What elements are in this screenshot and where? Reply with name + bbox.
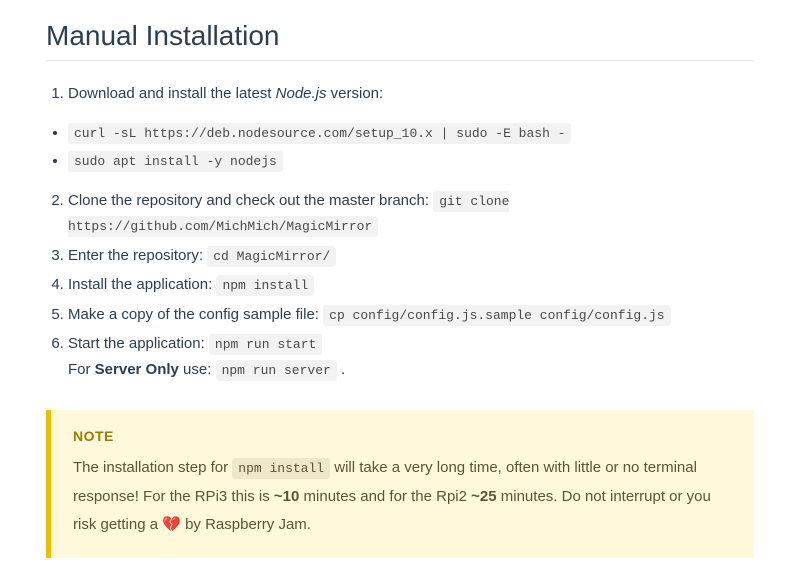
step-3-text: Enter the repository: [68,247,207,264]
broken-heart-icon: 💔 [162,516,181,533]
command-list: curl -sL https://deb.nodesource.com/setu… [46,119,754,176]
step-5: Make a copy of the config sample file: c… [68,302,754,328]
step-5-code: cp config/config.js.sample config/config… [323,305,670,326]
note-p1-before: The installation step for [73,459,232,476]
note-p1-strong1: ~10 [274,488,299,505]
note-p1-strong2: ~25 [471,488,496,505]
note-text: The installation step for npm install wi… [73,454,732,540]
step-6-line1-text: Start the application: [68,335,209,352]
step-4-text: Install the application: [68,276,216,293]
step-3: Enter the repository: cd MagicMirror/ [68,243,754,269]
step-1-text-after: version: [327,85,384,102]
note-p1-mid: minutes and for the Rpi2 [299,488,471,505]
step-1-em: Node.js [276,85,327,102]
step-6-line2-after: use: [179,361,216,378]
step-2-text: Clone the repository and check out the m… [68,192,433,209]
command-item-1: curl -sL https://deb.nodesource.com/setu… [68,119,754,148]
step-3-code: cd MagicMirror/ [207,246,336,267]
note-title: NOTE [73,428,732,444]
command-item-2: sudo apt install -y nodejs [68,147,754,176]
step-5-text: Make a copy of the config sample file: [68,306,323,323]
step-6-line2-before: For [68,361,95,378]
install-steps: Download and install the latest Node.js … [46,81,754,107]
page-title: Manual Installation [46,20,754,61]
step-6-line2-strong: Server Only [95,361,179,378]
install-steps-cont: Clone the repository and check out the m… [46,188,754,383]
command-code-2: sudo apt install -y nodejs [68,151,283,172]
step-6-line1-code: npm run start [209,334,322,355]
step-1-text-before: Download and install the latest [68,85,276,102]
step-6-line2-code: npm run server [216,360,337,381]
step-4: Install the application: npm install [68,272,754,298]
step-2: Clone the repository and check out the m… [68,188,754,239]
step-6: Start the application: npm run start For… [68,331,754,382]
command-code-1: curl -sL https://deb.nodesource.com/setu… [68,123,571,144]
step-4-code: npm install [216,275,314,296]
step-6-line2-end: . [337,361,345,378]
note-p1-end: by Raspberry Jam. [181,516,311,533]
step-1: Download and install the latest Node.js … [68,81,754,107]
note-callout: NOTE The installation step for npm insta… [46,410,754,558]
note-p1-code: npm install [232,458,330,479]
